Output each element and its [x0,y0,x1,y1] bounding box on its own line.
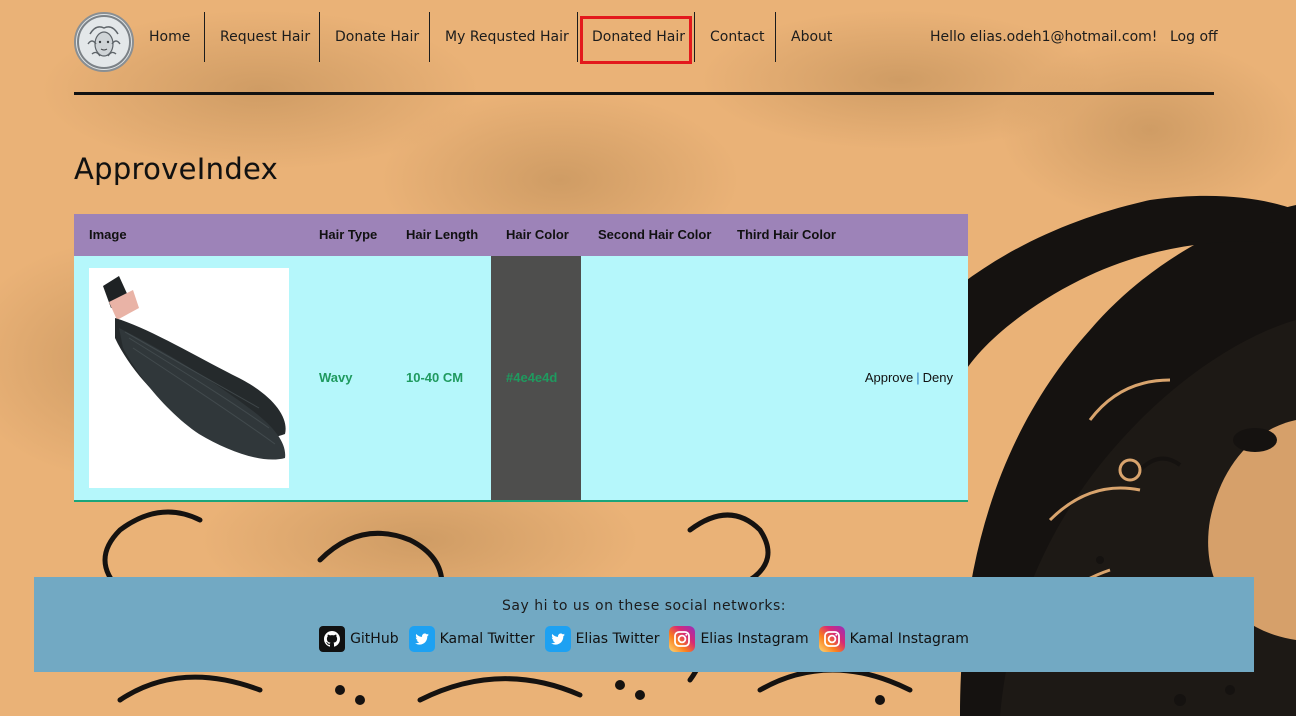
instagram-icon [818,626,845,652]
nav-active-highlight [580,16,692,64]
action-separator: | [916,370,920,385]
elias-twitter-link[interactable]: Elias Twitter [544,626,660,652]
kamal-twitter-link[interactable]: Kamal Twitter [408,626,535,652]
nav-divider [775,12,776,62]
twitter-icon [408,626,435,652]
user-greeting-link[interactable]: Hello elias.odeh1@hotmail.com! [930,12,1157,62]
kamal-twitter-label: Kamal Twitter [439,631,535,647]
footer-text: Say hi to us on these social networks: [502,598,786,614]
top-navigation: Home Request Hair Donate Hair My Requste… [74,12,1218,72]
nav-divider-rule [74,92,1214,95]
github-link[interactable]: GitHub [319,626,399,652]
hair-extension-image [89,268,289,488]
table-row: Wavy 10-40 CM #4e4e4d Approve | Deny [74,256,968,502]
column-header-image: Image [89,227,127,242]
social-links: GitHub Kamal Twitter Elias Twitter Elias… [34,626,1254,652]
page-title: ApproveIndex [74,152,279,186]
table-header: Image Hair Type Hair Length Hair Color S… [74,214,968,256]
nav-request-hair[interactable]: Request Hair [220,12,310,62]
github-label: GitHub [350,631,399,647]
nav-contact[interactable]: Contact [710,12,764,62]
nav-divider [577,12,578,62]
github-icon [319,626,346,652]
nav-divider [319,12,320,62]
kamal-instagram-link[interactable]: Kamal Instagram [818,626,969,652]
twitter-icon [544,626,571,652]
kamal-instagram-label: Kamal Instagram [849,631,969,647]
column-header-hair-color: Hair Color [506,227,569,242]
elias-twitter-label: Elias Twitter [575,631,660,647]
nav-divider [204,12,205,62]
column-header-hair-length: Hair Length [406,227,479,242]
column-header-hair-type: Hair Type [319,227,378,242]
row-actions: Approve | Deny [865,256,953,500]
nav-my-requested-hair[interactable]: My Requsted Hair [445,12,569,62]
nav-about[interactable]: About [791,12,832,62]
cell-hair-type: Wavy [319,370,353,385]
deny-link[interactable]: Deny [923,370,953,385]
logoff-link[interactable]: Log off [1170,12,1218,62]
cell-hair-color: #4e4e4d [506,370,558,385]
medusa-logo-icon[interactable] [74,12,134,72]
nav-divider [694,12,695,62]
elias-instagram-link[interactable]: Elias Instagram [669,626,809,652]
footer: Say hi to us on these social networks: G… [34,577,1254,672]
column-header-third-hair-color: Third Hair Color [737,227,836,242]
approve-link[interactable]: Approve [865,370,913,385]
instagram-icon [669,626,696,652]
elias-instagram-label: Elias Instagram [700,631,809,647]
approve-table: Image Hair Type Hair Length Hair Color S… [74,214,968,502]
column-header-second-hair-color: Second Hair Color [598,227,712,242]
nav-donate-hair[interactable]: Donate Hair [335,12,419,62]
cell-hair-length: 10-40 CM [406,370,464,385]
nav-home[interactable]: Home [149,12,190,62]
nav-divider [429,12,430,62]
